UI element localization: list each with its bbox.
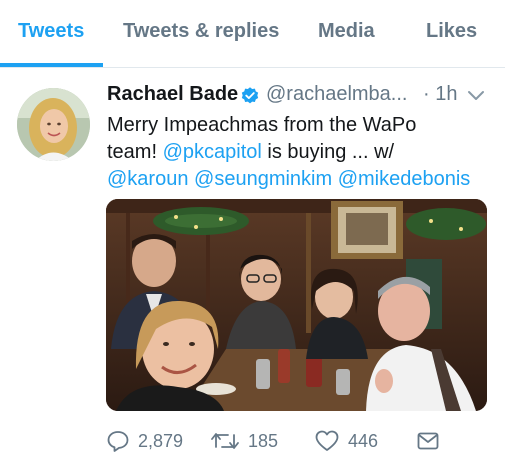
avatar-photo (17, 88, 90, 161)
tweet-photo[interactable] (106, 199, 487, 411)
mention-link[interactable]: @seungminkim (194, 168, 332, 190)
tweet-text-line: @karoun @seungminkim @mikedebonis (107, 166, 499, 193)
heart-icon (315, 430, 339, 451)
tweet-text-line: team! @pkcapitol is buying ... w/ (107, 139, 499, 166)
tweet-text-segment: is buying ... w/ (261, 141, 395, 163)
author-handle[interactable]: @rachaelmba... (266, 83, 407, 106)
mention-link[interactable]: @mikedebonis (338, 168, 471, 190)
profile-tabs: Tweets Tweets & replies Media Likes (0, 0, 505, 68)
reply-icon (107, 431, 129, 452)
active-tab-indicator (0, 63, 103, 67)
retweet-icon (211, 433, 239, 449)
group-selfie-photo (106, 199, 487, 411)
tab-likes[interactable]: Likes (426, 20, 477, 43)
envelope-icon (417, 432, 439, 450)
tweet-timestamp[interactable]: · 1h (423, 83, 457, 106)
direct-message-button[interactable] (416, 426, 446, 456)
author-name[interactable]: Rachael Bade (107, 83, 238, 106)
verified-badge-icon (241, 87, 259, 104)
chevron-down-icon[interactable] (467, 89, 485, 103)
reply-count: 2,879 (138, 431, 184, 451)
like-count: 446 (348, 431, 379, 451)
tab-media[interactable]: Media (318, 20, 375, 43)
tweet-header: Rachael Bade @rachaelmba... · 1h (107, 83, 492, 109)
tweet-text-segment: team! (107, 141, 163, 163)
tweet-text: Merry Impeachmas from the WaPo team! @pk… (107, 112, 499, 193)
like-button[interactable]: 446 (314, 426, 394, 456)
reply-button[interactable]: 2,879 (106, 426, 196, 456)
avatar[interactable] (17, 88, 90, 161)
mention-link[interactable]: @pkcapitol (163, 141, 262, 163)
tweet-text-line: Merry Impeachmas from the WaPo (107, 114, 417, 136)
retweet-button[interactable]: 185 (210, 426, 290, 456)
tab-tweets[interactable]: Tweets (18, 20, 84, 43)
retweet-count: 185 (248, 431, 279, 451)
tab-tweets-and-replies[interactable]: Tweets & replies (123, 20, 279, 43)
mention-link[interactable]: @karoun (107, 168, 188, 190)
tweet-actions: 2,879 185 446 (106, 426, 496, 456)
